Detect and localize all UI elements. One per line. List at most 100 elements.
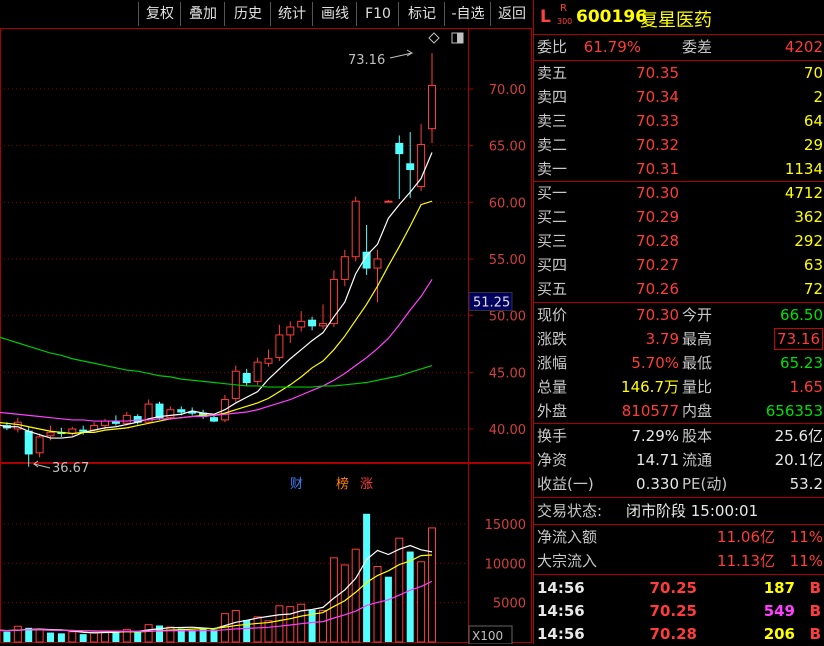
order-ratio-row[interactable]: 委比 61.79% 委差 4202 <box>534 35 824 59</box>
quote-row[interactable]: 外盘 810577 内盘 656353 <box>534 399 824 423</box>
toolbar-button-7[interactable]: 标记 <box>398 2 445 26</box>
kline-chart[interactable]: 70.00 65.00 60.00 55.00 50.00 45.00 40.00 51.25… <box>0 28 532 644</box>
ask-price: 70.31 <box>636 160 679 178</box>
quote-row[interactable]: 总量 146.7万 量比 1.65 <box>534 375 824 399</box>
divider <box>534 497 824 498</box>
flow-label: 净流入额 <box>537 528 598 546</box>
bid-volume: 362 <box>794 208 823 226</box>
bid-row[interactable]: 买二 70.29 362 <box>534 205 824 229</box>
ma10-line <box>0 200 433 435</box>
candle-body <box>406 163 415 170</box>
volume-bar <box>417 561 426 643</box>
tick-row[interactable]: 14:56 70.28 206 B <box>534 622 824 646</box>
ask-volume: 29 <box>803 136 823 154</box>
flow-label: 大宗流入 <box>537 552 598 570</box>
quote-label: 内盘 <box>682 402 713 420</box>
fundamental-label: 股本 <box>682 427 713 445</box>
quote-value: 146.7万 <box>621 378 679 396</box>
divider <box>534 574 824 575</box>
candle-body <box>395 142 404 155</box>
volume-bar <box>395 537 404 643</box>
ask-price: 70.34 <box>636 88 679 106</box>
flow-value: 11.06亿 <box>717 528 775 546</box>
tick-row[interactable]: 14:56 70.25 187 B <box>534 576 824 600</box>
high-annotation: 73.16 <box>348 53 385 68</box>
flow-value: 11.13亿 <box>717 552 775 570</box>
candle-body <box>46 431 55 437</box>
tick-time: 14:56 <box>537 579 585 597</box>
stock-header: L R 300 600196 复星医药 <box>534 0 824 34</box>
tick-side: B <box>809 579 821 597</box>
quote-value: 66.50 <box>780 306 823 324</box>
price-tick-label: 55.00 <box>489 253 526 268</box>
candle-body <box>35 436 44 454</box>
bid-price: 70.27 <box>636 256 679 274</box>
tick-volume: 549 <box>763 602 795 620</box>
ask-row[interactable]: 卖二 70.32 29 <box>534 133 824 157</box>
candle-body <box>253 361 262 382</box>
tick-price: 70.25 <box>649 579 697 597</box>
volume-bar <box>406 551 414 642</box>
ask-row[interactable]: 卖三 70.33 64 <box>534 109 824 133</box>
volume-bar <box>3 631 11 642</box>
ask-row[interactable]: 卖四 70.34 2 <box>534 85 824 109</box>
bid-price: 70.30 <box>636 184 679 202</box>
fundamental-value: 25.6亿 <box>774 427 823 445</box>
fundamental-row[interactable]: 收益(一) 0.330 PE(动) 53.2 <box>534 472 824 496</box>
candle-body <box>319 323 327 327</box>
flow-row[interactable]: 净流入额 11.06亿 11% <box>534 525 824 549</box>
toolbar-button-2[interactable]: 叠加 <box>180 2 225 26</box>
quote-label: 总量 <box>537 378 568 396</box>
quote-label: 涨跌 <box>537 330 568 348</box>
toolbar-button-9[interactable]: 返回 <box>490 2 533 26</box>
ask-price: 70.32 <box>636 136 679 154</box>
bid-row[interactable]: 买三 70.28 292 <box>534 229 824 253</box>
candle-body <box>428 85 436 130</box>
order-ratio-value: 61.79% <box>583 38 641 56</box>
toolbar-button-1[interactable]: 复权 <box>138 2 181 26</box>
toolbar-button-8[interactable]: -自选 <box>444 2 491 26</box>
volume-bar <box>384 576 392 642</box>
ask-row[interactable]: 卖一 70.31 1134 <box>534 157 824 181</box>
toolbar-button-4[interactable]: 统计 <box>270 2 313 26</box>
quote-label: 最高 <box>682 330 713 348</box>
price-tick-label: 40.00 <box>489 423 526 438</box>
ask-price: 70.33 <box>636 112 679 130</box>
candle-body <box>210 417 218 422</box>
tick-row[interactable]: 14:56 70.25 549 B <box>534 599 824 623</box>
flow-pct: 11% <box>789 528 823 546</box>
market-letter: L <box>540 7 551 27</box>
toolbar-button-5[interactable]: 画线 <box>312 2 357 26</box>
bid-volume: 4712 <box>784 184 823 202</box>
price-frame <box>0 28 532 463</box>
tick-time: 14:56 <box>537 602 585 620</box>
bid-row[interactable]: 买五 70.26 72 <box>534 277 824 301</box>
fundamental-label: 净资 <box>537 451 568 469</box>
fundamental-row[interactable]: 换手 7.29% 股本 25.6亿 <box>534 424 824 448</box>
ask-volume: 64 <box>803 112 823 130</box>
bid-label: 买五 <box>537 280 568 298</box>
price-tick-label: 70.00 <box>489 83 526 98</box>
toolbar-button-6[interactable]: F10 <box>356 2 399 26</box>
r-mark: R <box>560 3 567 14</box>
quote-row[interactable]: 涨跌 3.79 最高 73.16 <box>534 327 824 351</box>
candle-body <box>275 334 284 359</box>
bid-row[interactable]: 买一 70.30 4712 <box>534 181 824 205</box>
ma60-line <box>0 336 433 388</box>
ask-volume: 2 <box>813 88 823 106</box>
order-diff-value: 4202 <box>784 38 823 56</box>
tick-side: B <box>809 602 821 620</box>
bid-row[interactable]: 买四 70.27 63 <box>534 253 824 277</box>
volume-tick-label: 15000 <box>485 518 526 533</box>
quote-row[interactable]: 涨幅 5.70% 最低 65.23 <box>534 351 824 375</box>
order-diff-label: 委差 <box>682 38 713 56</box>
bid-volume: 63 <box>803 256 823 274</box>
trade-status-row[interactable]: 交易状态: 闭市阶段 15:00:01 <box>534 499 824 523</box>
fundamental-row[interactable]: 净资 14.71 流通 20.1亿 <box>534 448 824 472</box>
toolbar-button-3[interactable]: 历史 <box>224 2 271 26</box>
bid-volume: 292 <box>794 232 823 250</box>
quote-row[interactable]: 现价 70.30 今开 66.50 <box>534 303 824 327</box>
ask-row[interactable]: 卖五 70.35 70 <box>534 61 824 85</box>
tick-price: 70.25 <box>649 602 697 620</box>
flow-row[interactable]: 大宗流入 11.13亿 11% <box>534 549 824 573</box>
